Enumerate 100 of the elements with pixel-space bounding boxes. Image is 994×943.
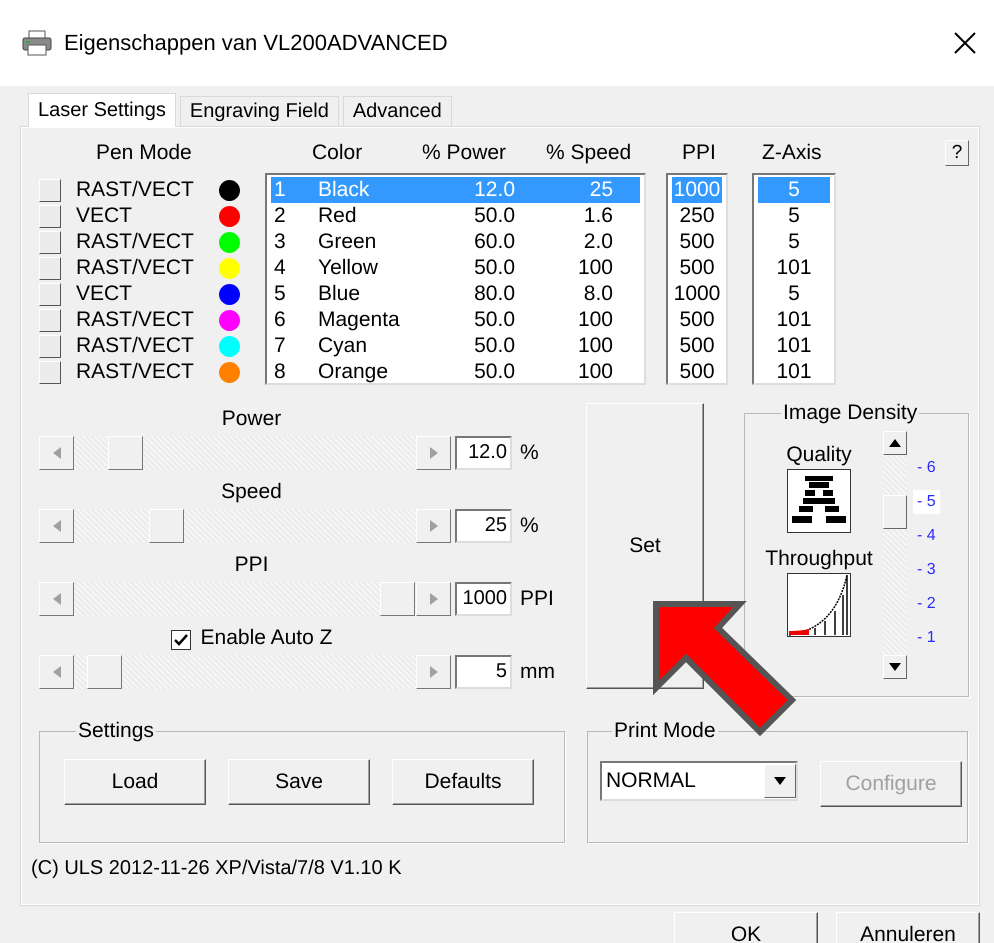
density-step-label: - 3	[916, 560, 937, 580]
auto-z-checkbox[interactable]	[170, 630, 191, 650]
scroll-left-button[interactable]	[39, 582, 74, 616]
slider-thumb[interactable]	[380, 582, 415, 616]
pen-mode-label: VECT	[76, 204, 134, 228]
slider-thumb[interactable]	[87, 654, 122, 688]
pen-mode-checkbox[interactable]	[39, 308, 61, 332]
close-icon[interactable]	[954, 32, 976, 54]
version-text: (C) ULS 2012-11-26 XP/Vista/7/8 V1.10 K	[31, 857, 402, 880]
settings-button[interactable]: Load	[64, 759, 206, 805]
scroll-left-button[interactable]	[39, 654, 74, 688]
group-title: Image Density	[782, 401, 918, 425]
right-arrow-icon	[430, 446, 438, 458]
slider-label: Speed	[221, 480, 282, 504]
ppi-list-item[interactable]: 1000	[672, 281, 722, 307]
column-header: Z-Axis	[762, 141, 822, 165]
slider-label: PPI	[234, 553, 268, 577]
slider-track[interactable]	[39, 654, 451, 688]
column-header: PPI	[682, 141, 717, 165]
pen-list-item[interactable]: 6 Magenta 50.0 100	[271, 307, 640, 333]
value-field[interactable]: 5	[455, 654, 512, 688]
slider-thumb[interactable]	[149, 508, 184, 542]
scroll-thumb[interactable]	[883, 495, 907, 529]
ppi-list-item[interactable]: 500	[672, 333, 722, 359]
left-arrow-icon	[52, 592, 60, 604]
scroll-down-button[interactable]	[883, 655, 907, 679]
pen-list-item[interactable]: 8 Orange 50.0 100	[271, 359, 640, 385]
pen-list-item[interactable]: 3 Green 60.0 2.0	[271, 229, 640, 255]
tab[interactable]: Engraving Field	[180, 96, 339, 126]
z-axis-list-item[interactable]: 5	[758, 281, 830, 307]
column-header: % Power	[422, 141, 508, 165]
value-field[interactable]: 25	[455, 508, 512, 542]
ppi-list-item[interactable]: 250	[672, 203, 722, 229]
settings-button[interactable]: Save	[228, 759, 370, 805]
z-axis-list-item[interactable]: 101	[758, 255, 830, 281]
group-title: Print Mode	[613, 719, 717, 743]
help-button[interactable]: ?	[945, 140, 969, 166]
ppi-list-item[interactable]: 500	[672, 255, 722, 281]
pen-mode-label: RAST/VECT	[76, 308, 195, 332]
ppi-list-item[interactable]: 500	[672, 307, 722, 333]
pen-mode-checkbox[interactable]	[39, 282, 61, 306]
pen-mode-label: RAST/VECT	[76, 360, 195, 384]
left-arrow-icon	[52, 520, 60, 532]
pen-mode-checkbox[interactable]	[39, 204, 61, 228]
slider-track[interactable]	[39, 436, 451, 470]
ppi-list-item[interactable]: 500	[672, 229, 722, 255]
scroll-left-button[interactable]	[39, 508, 74, 542]
letter-a-icon	[787, 469, 851, 533]
right-arrow-icon	[430, 520, 438, 532]
up-arrow-icon	[889, 439, 901, 447]
pen-mode-checkbox[interactable]	[39, 360, 61, 384]
slider-track[interactable]	[39, 508, 451, 542]
pen-mode-label: VECT	[76, 282, 134, 306]
pen-mode-checkbox[interactable]	[39, 256, 61, 280]
z-axis-list-item[interactable]: 5	[758, 229, 830, 255]
density-step-label: - 5	[913, 490, 940, 514]
tab[interactable]: Advanced	[342, 96, 452, 126]
z-axis-list-item[interactable]: 101	[758, 307, 830, 333]
pen-mode-label: RAST/VECT	[76, 178, 195, 202]
left-arrow-icon	[52, 446, 60, 458]
scroll-right-button[interactable]	[416, 654, 451, 688]
column-header: Color	[312, 141, 364, 165]
print-mode-dropdown[interactable]: NORMAL	[600, 761, 798, 801]
pen-list-item[interactable]: 4 Yellow 50.0 100	[271, 255, 640, 281]
value-field[interactable]: 1000	[455, 582, 512, 616]
column-header: Pen Mode	[96, 141, 193, 165]
density-step-label: - 4	[916, 526, 937, 546]
quality-label: Quality	[786, 443, 852, 467]
unit-label: %	[520, 514, 539, 538]
pen-mode-checkbox[interactable]	[39, 178, 61, 202]
scroll-right-button[interactable]	[416, 436, 451, 470]
scroll-up-button[interactable]	[883, 431, 907, 455]
right-arrow-icon	[430, 592, 438, 604]
pen-list-item[interactable]: 5 Blue 80.0 8.0	[271, 281, 640, 307]
dialog-button[interactable]: OK	[674, 912, 818, 943]
z-axis-list-item[interactable]: 101	[758, 359, 830, 385]
column-header: % Speed	[546, 141, 632, 165]
density-scrollbar[interactable]	[883, 431, 907, 679]
pen-mode-checkbox[interactable]	[39, 334, 61, 358]
slider-thumb[interactable]	[108, 436, 144, 470]
slider-track[interactable]	[39, 582, 451, 616]
z-axis-list-item[interactable]: 5	[758, 203, 830, 229]
density-step-label: - 2	[916, 594, 937, 614]
pen-mode-checkbox[interactable]	[39, 230, 61, 254]
dialog-button[interactable]: Annuleren	[836, 912, 980, 943]
scroll-right-button[interactable]	[416, 582, 451, 616]
scroll-left-button[interactable]	[39, 436, 74, 470]
slider-label: Power	[222, 407, 282, 431]
scroll-right-button[interactable]	[416, 508, 451, 542]
window-title: Eigenschappen van VL200ADVANCED	[64, 30, 449, 56]
down-arrow-icon	[774, 777, 786, 785]
settings-button[interactable]: Defaults	[392, 759, 534, 805]
right-arrow-icon	[430, 666, 438, 678]
pen-list-item[interactable]: 7 Cyan 50.0 100	[271, 333, 640, 359]
group-title: Settings	[77, 719, 155, 743]
ppi-list-item[interactable]: 500	[672, 359, 722, 385]
value-field[interactable]: 12.0	[455, 436, 512, 470]
z-axis-list-item[interactable]: 101	[758, 333, 830, 359]
tab[interactable]: Laser Settings	[28, 93, 176, 127]
pen-list-item[interactable]: 2 Red 50.0 1.6	[271, 203, 640, 229]
